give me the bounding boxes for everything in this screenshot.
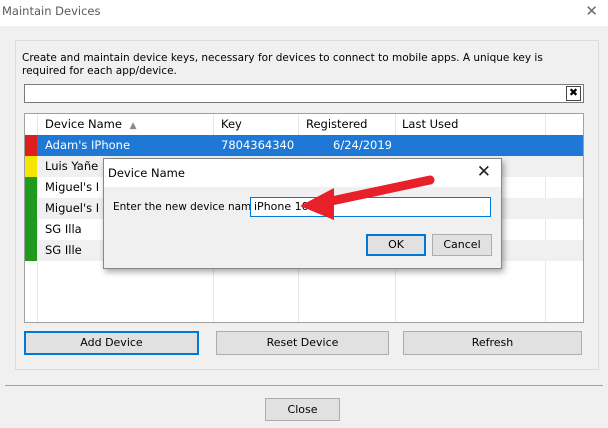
filter-input[interactable] xyxy=(24,84,584,103)
ok-button[interactable]: OK xyxy=(366,234,426,256)
cell-device-name: Adam's IPhone xyxy=(45,138,131,152)
cell-registered: 6/24/2019 xyxy=(333,138,392,152)
column-header-registered[interactable]: Registered xyxy=(306,114,367,135)
cancel-button[interactable]: Cancel xyxy=(432,234,492,256)
device-name-label: Enter the new device name xyxy=(113,201,258,213)
separator xyxy=(5,385,603,386)
column-header-key[interactable]: Key xyxy=(221,114,242,135)
status-indicator xyxy=(25,177,37,198)
column-header-last-used[interactable]: Last Used xyxy=(402,114,458,135)
status-indicator xyxy=(25,135,37,156)
table-row[interactable]: Adam's IPhone 7804364340 6/24/2019 xyxy=(25,135,583,156)
status-indicator xyxy=(25,156,37,177)
status-indicator xyxy=(25,240,37,261)
sort-ascending-icon: ▲ xyxy=(129,121,137,131)
maintain-devices-window: Maintain Devices ✕ Create and maintain d… xyxy=(0,0,608,428)
status-indicator xyxy=(25,219,37,240)
dialog-title: Device Name xyxy=(108,166,185,180)
window-close-icon[interactable]: ✕ xyxy=(585,2,598,20)
status-indicator xyxy=(25,198,37,219)
dialog-close-icon[interactable]: ✕ xyxy=(477,162,491,182)
dialog-title-bar: Device Name ✕ xyxy=(104,159,501,187)
reset-device-button[interactable]: Reset Device xyxy=(216,331,389,355)
clear-filter-icon[interactable]: ✖ xyxy=(566,86,581,101)
cell-key: 7804364340 xyxy=(221,138,295,152)
close-button[interactable]: Close xyxy=(265,398,340,421)
description-text: Create and maintain device keys, necessa… xyxy=(22,52,543,77)
title-bar: Maintain Devices ✕ xyxy=(0,0,608,26)
column-header-device-name[interactable]: Device Name ▲ xyxy=(45,114,137,135)
window-title: Maintain Devices xyxy=(2,4,101,18)
refresh-button[interactable]: Refresh xyxy=(403,331,582,355)
add-device-button[interactable]: Add Device xyxy=(24,331,199,355)
device-name-input[interactable]: iPhone 10 xyxy=(250,197,491,217)
device-name-dialog: Device Name ✕ Enter the new device name … xyxy=(103,158,502,269)
